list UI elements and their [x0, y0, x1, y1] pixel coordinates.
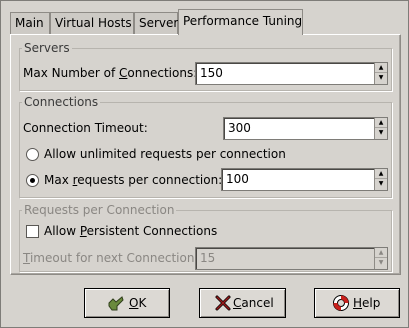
spin-up-icon[interactable]: ▲	[375, 63, 387, 73]
spin-down-icon[interactable]: ▼	[375, 179, 387, 189]
max-requests-spinbox[interactable]: 100 ▲ ▼	[221, 168, 388, 191]
timeout-next-connection-spinbox[interactable]: 15 ▲ ▼	[195, 247, 388, 270]
max-connections-spinbox[interactable]: 150 ▲ ▼	[195, 62, 388, 85]
persistent-connections-checkbox[interactable]	[26, 225, 39, 238]
ok-hand-icon	[108, 296, 124, 311]
spin-down-icon[interactable]: ▼	[375, 258, 387, 268]
requests-frame-title: Requests per Connection	[22, 203, 177, 217]
max-requests-radio[interactable]	[26, 174, 39, 187]
spin-up-icon[interactable]: ▲	[375, 169, 387, 179]
tab-server-label: Server	[139, 16, 179, 30]
connection-timeout-label: Connection Timeout:	[23, 121, 148, 135]
spin-up-icon[interactable]: ▲	[375, 118, 387, 128]
tab-main[interactable]: Main	[10, 12, 50, 34]
tab-server[interactable]: Server	[134, 12, 178, 34]
timeout-next-connection-label: Timeout for next Connection:	[23, 251, 199, 265]
max-requests-value: 100	[226, 172, 249, 186]
tab-performance-tuning[interactable]: Performance Tuning	[178, 9, 303, 35]
tab-performance-tuning-label: Performance Tuning	[183, 14, 303, 28]
connections-frame-title: Connections	[22, 95, 101, 109]
servers-frame-title: Servers	[22, 41, 72, 55]
unlimited-requests-label: Allow unlimited requests per connection	[44, 147, 286, 161]
timeout-next-connection-stepper[interactable]: ▲ ▼	[374, 248, 387, 269]
unlimited-requests-radio[interactable]	[26, 148, 39, 161]
connection-timeout-spinbox[interactable]: 300 ▲ ▼	[223, 117, 388, 140]
tab-main-label: Main	[15, 16, 44, 30]
spin-down-icon[interactable]: ▼	[375, 128, 387, 138]
cancel-button-label: Cancel	[233, 296, 274, 310]
max-connections-label: Max Number of Connections:	[23, 66, 198, 80]
timeout-next-connection-value: 15	[200, 251, 216, 265]
help-button[interactable]: Help	[314, 288, 400, 318]
ok-button-label: OK	[129, 296, 147, 310]
max-requests-stepper[interactable]: ▲ ▼	[374, 169, 387, 190]
connection-timeout-value: 300	[228, 121, 251, 135]
spin-down-icon[interactable]: ▼	[375, 73, 387, 83]
cancel-x-icon	[215, 295, 231, 311]
help-button-label: Help	[353, 296, 381, 310]
cancel-button[interactable]: Cancel	[199, 288, 286, 318]
dialog-window: Main Virtual Hosts Server Performance Tu…	[0, 0, 409, 328]
max-connections-value: 150	[200, 66, 223, 80]
spin-up-icon[interactable]: ▲	[375, 248, 387, 258]
max-connections-stepper[interactable]: ▲ ▼	[374, 63, 387, 84]
connection-timeout-stepper[interactable]: ▲ ▼	[374, 118, 387, 139]
max-requests-label: Max requests per connection:	[44, 173, 223, 187]
persistent-connections-label: Allow Persistent Connections	[44, 224, 218, 238]
lifebuoy-icon	[333, 295, 349, 311]
ok-button[interactable]: OK	[84, 288, 170, 318]
tab-virtual-hosts-label: Virtual Hosts	[55, 16, 132, 30]
tab-virtual-hosts[interactable]: Virtual Hosts	[50, 12, 134, 34]
